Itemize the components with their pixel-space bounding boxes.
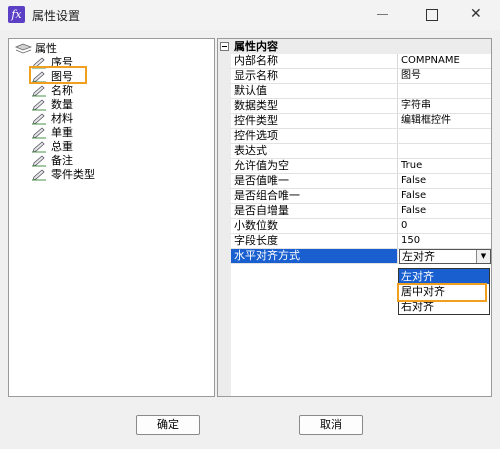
property-value[interactable] — [399, 129, 491, 143]
property-row[interactable]: 小数位数 0 — [231, 219, 491, 234]
title-bar[interactable]: fx 属性设置 ✕ — [0, 0, 500, 30]
property-value[interactable] — [399, 144, 491, 158]
combobox-value: 左对齐 — [402, 250, 435, 263]
maximize-button[interactable] — [408, 0, 454, 30]
tree-item-label: 数量 — [51, 98, 73, 111]
layers-icon — [15, 43, 32, 54]
property-row[interactable]: 字段长度 150 — [231, 234, 491, 249]
property-name: 内部名称 — [231, 54, 398, 68]
cancel-button[interactable]: 取消 — [299, 415, 363, 435]
property-name: 控件类型 — [231, 114, 398, 128]
property-row[interactable]: 允许值为空 True — [231, 159, 491, 174]
alignment-combobox[interactable]: 左对齐 ▼ — [399, 249, 491, 264]
property-value[interactable]: False — [399, 189, 491, 203]
property-group-title: 属性内容 — [234, 40, 278, 53]
tree-item-label: 图号 — [51, 70, 73, 83]
pen-icon — [32, 85, 46, 97]
property-grid[interactable]: 属性内容 内部名称 COMPNAME 显示名称 图号 默认值 数据类型 字符串 … — [217, 38, 492, 397]
property-value[interactable]: 150 — [399, 234, 491, 248]
attribute-tree[interactable]: 属性 序号 图号 名称 数量 材料 单重 总重 备注 零件类型 — [8, 38, 215, 397]
close-icon: ✕ — [470, 6, 482, 22]
tree-item-label: 名称 — [51, 84, 73, 97]
property-value[interactable]: 图号 — [399, 69, 491, 83]
tree-item-label: 序号 — [51, 56, 73, 69]
property-row[interactable]: 显示名称 图号 — [231, 69, 491, 84]
ok-button[interactable]: 确定 — [136, 415, 200, 435]
pen-icon — [32, 57, 46, 69]
tree-root-label: 属性 — [35, 42, 57, 55]
property-name: 是否自增量 — [231, 204, 398, 218]
property-name: 数据类型 — [231, 99, 398, 113]
pen-icon — [32, 113, 46, 125]
property-name: 允许值为空 — [231, 159, 398, 173]
property-name: 默认值 — [231, 84, 398, 98]
property-row[interactable]: 内部名称 COMPNAME — [231, 54, 491, 69]
property-row[interactable]: 是否自增量 False — [231, 204, 491, 219]
property-row[interactable]: 控件类型 编辑框控件 — [231, 114, 491, 129]
pen-icon — [32, 99, 46, 111]
property-row[interactable]: 表达式 — [231, 144, 491, 159]
property-row[interactable]: 是否值唯一 False — [231, 174, 491, 189]
property-value[interactable]: True — [399, 159, 491, 173]
collapse-icon[interactable] — [220, 42, 229, 51]
property-name: 显示名称 — [231, 69, 398, 83]
dropdown-option[interactable]: 右对齐 — [399, 299, 489, 314]
property-name: 控件选项 — [231, 129, 398, 143]
property-value[interactable]: COMPNAME — [399, 54, 491, 68]
close-button[interactable]: ✕ — [454, 0, 500, 30]
property-row[interactable]: 控件选项 — [231, 129, 491, 144]
app-icon: fx — [8, 6, 25, 23]
property-name: 是否值唯一 — [231, 174, 398, 188]
minimize-button[interactable] — [360, 0, 406, 30]
pen-icon — [32, 71, 46, 83]
property-name: 水平对齐方式 — [231, 249, 398, 263]
property-value[interactable]: False — [399, 174, 491, 188]
property-name: 是否组合唯一 — [231, 189, 398, 203]
tree-item-label: 备注 — [51, 154, 73, 167]
dropdown-option[interactable]: 左对齐 — [399, 269, 489, 284]
pen-icon — [32, 127, 46, 139]
property-row[interactable]: 数据类型 字符串 — [231, 99, 491, 114]
chevron-down-icon[interactable]: ▼ — [476, 250, 490, 263]
property-name: 字段长度 — [231, 234, 398, 248]
property-value[interactable]: 0 — [399, 219, 491, 233]
property-row[interactable]: 默认值 — [231, 84, 491, 99]
tree-item-label: 零件类型 — [51, 168, 95, 181]
properties-dialog: fx 属性设置 ✕ 属性 序号 图号 名称 数量 材料 单重 总重 备注 零件类… — [0, 0, 500, 449]
property-row-selected[interactable]: 水平对齐方式 左对齐 ▼ — [231, 249, 491, 264]
property-value[interactable]: 编辑框控件 — [399, 114, 491, 128]
tree-item-label: 单重 — [51, 126, 73, 139]
property-value[interactable]: 字符串 — [399, 99, 491, 113]
property-group-header[interactable]: 属性内容 — [218, 39, 491, 54]
alignment-dropdown-list[interactable]: 左对齐 居中对齐 右对齐 — [398, 268, 490, 315]
tree-item-label: 材料 — [51, 112, 73, 125]
property-value[interactable]: False — [399, 204, 491, 218]
dropdown-option[interactable]: 居中对齐 — [399, 284, 489, 299]
tree-item-label: 总重 — [51, 140, 73, 153]
property-name: 小数位数 — [231, 219, 398, 233]
pen-icon — [32, 169, 46, 181]
pen-icon — [32, 141, 46, 153]
window-title: 属性设置 — [32, 9, 81, 23]
property-row[interactable]: 是否组合唯一 False — [231, 189, 491, 204]
pen-icon — [32, 155, 46, 167]
property-name: 表达式 — [231, 144, 398, 158]
property-value[interactable] — [399, 84, 491, 98]
grid-margin — [218, 39, 231, 396]
